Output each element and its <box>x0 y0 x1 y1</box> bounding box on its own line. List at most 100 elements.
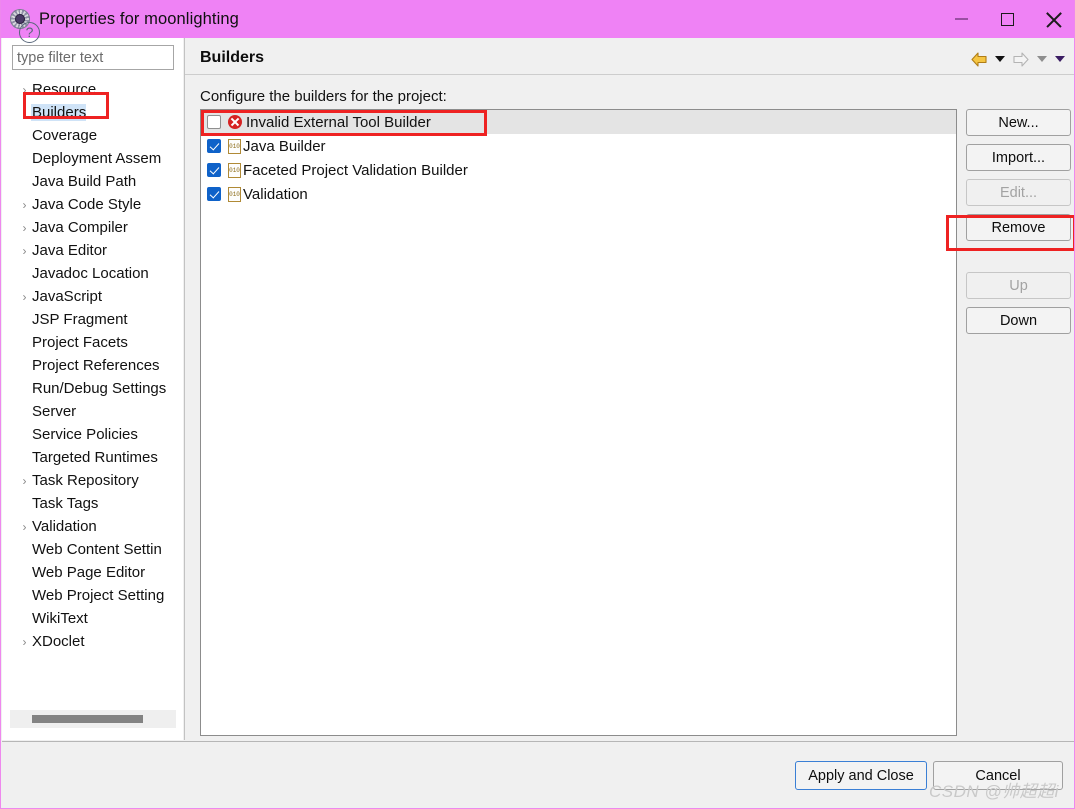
maximize-icon <box>1001 13 1014 26</box>
page-title: Builders <box>200 49 264 67</box>
sidebar-item-label: Builders <box>31 104 86 121</box>
error-icon <box>228 115 242 129</box>
sidebar-item-label: Java Compiler <box>19 219 128 236</box>
builder-file-icon: 010 <box>228 163 241 178</box>
sidebar-item-label: Web Project Setting <box>19 587 164 604</box>
scrollbar-thumb[interactable] <box>32 715 143 723</box>
apply-and-close-button[interactable]: Apply and Close <box>795 761 927 790</box>
sidebar-item-label: Task Tags <box>19 495 98 512</box>
close-button[interactable] <box>1030 0 1075 38</box>
sidebar-item-builders[interactable]: Builders <box>2 101 183 124</box>
expand-chevron-right-icon[interactable]: › <box>20 636 29 648</box>
sidebar-item-javascript[interactable]: ›JavaScript <box>2 285 183 308</box>
sidebar-item-service-policies[interactable]: Service Policies <box>2 423 183 446</box>
sidebar-item-task-repository[interactable]: ›Task Repository <box>2 469 183 492</box>
sidebar-item-label: Targeted Runtimes <box>19 449 158 466</box>
sidebar-item-validation[interactable]: ›Validation <box>2 515 183 538</box>
window-title: Properties for moonlighting <box>39 10 239 29</box>
sidebar-item-label: Java Code Style <box>19 196 141 213</box>
sidebar-item-label: Web Content Settin <box>19 541 162 558</box>
expand-chevron-right-icon[interactable]: › <box>20 475 29 487</box>
sidebar-item-jsp-fragment[interactable]: JSP Fragment <box>2 308 183 331</box>
new-button[interactable]: New... <box>966 109 1071 136</box>
settings-content-pane: Builders Configure the <box>184 38 1075 740</box>
sidebar-item-web-page-editor[interactable]: Web Page Editor <box>2 561 183 584</box>
sidebar-item-label: WikiText <box>19 610 88 627</box>
builders-list[interactable]: Invalid External Tool Builder010Java Bui… <box>200 109 957 736</box>
settings-tree[interactable]: ›ResourceBuildersCoverageDeployment Asse… <box>2 78 183 716</box>
title-bar: Properties for moonlighting <box>1 0 1075 38</box>
expand-chevron-right-icon[interactable]: › <box>20 222 29 234</box>
expand-chevron-right-icon[interactable]: › <box>20 199 29 211</box>
sidebar-item-xdoclet[interactable]: ›XDoclet <box>2 630 183 653</box>
builder-row-java-builder[interactable]: 010Java Builder <box>201 134 956 158</box>
import-button[interactable]: Import... <box>966 144 1071 171</box>
sidebar-item-coverage[interactable]: Coverage <box>2 124 183 147</box>
sidebar-item-label: Javadoc Location <box>19 265 149 282</box>
sidebar-item-label: JSP Fragment <box>19 311 128 328</box>
sidebar-item-label: Deployment Assem <box>19 150 161 167</box>
filter-field-wrapper <box>12 45 174 70</box>
sidebar-item-resource[interactable]: ›Resource <box>2 78 183 101</box>
expand-chevron-right-icon[interactable]: › <box>20 245 29 257</box>
builder-checkbox[interactable] <box>207 115 221 129</box>
builder-name-label: Java Builder <box>243 138 326 155</box>
sidebar-item-label: Project Facets <box>19 334 128 351</box>
watermark: CSDN @帅超超i <box>929 777 1059 802</box>
sidebar-item-task-tags[interactable]: Task Tags <box>2 492 183 515</box>
sidebar-item-java-build-path[interactable]: Java Build Path <box>2 170 183 193</box>
builders-action-buttons: New... Import... Edit... Remove Up Down <box>966 109 1071 342</box>
sidebar-item-label: Java Build Path <box>19 173 136 190</box>
sidebar-item-java-compiler[interactable]: ›Java Compiler <box>2 216 183 239</box>
builder-checkbox[interactable] <box>207 187 221 201</box>
expand-chevron-right-icon[interactable]: › <box>20 84 29 96</box>
builder-checkbox[interactable] <box>207 139 221 153</box>
builder-name-label: Faceted Project Validation Builder <box>243 162 468 179</box>
close-icon <box>1045 11 1062 28</box>
up-button: Up <box>966 272 1071 299</box>
expand-chevron-right-icon[interactable]: › <box>20 291 29 303</box>
sidebar-item-label: Resource <box>19 81 96 98</box>
search-input[interactable] <box>12 45 174 70</box>
sidebar-item-label: JavaScript <box>19 288 102 305</box>
help-icon[interactable]: ? <box>19 22 40 43</box>
sidebar-item-web-content-settin[interactable]: Web Content Settin <box>2 538 183 561</box>
sidebar-item-label: Java Editor <box>19 242 107 259</box>
sidebar-item-label: Project References <box>19 357 160 374</box>
sidebar-item-label: Server <box>19 403 76 420</box>
overflow-menu-chevron-down-icon[interactable] <box>1052 50 1068 68</box>
builder-file-icon: 010 <box>228 139 241 154</box>
settings-sidebar: ›ResourceBuildersCoverageDeployment Asse… <box>2 38 183 740</box>
sidebar-item-web-project-setting[interactable]: Web Project Setting <box>2 584 183 607</box>
builder-row-invalid-external-tool-builder[interactable]: Invalid External Tool Builder <box>201 110 956 134</box>
edit-button: Edit... <box>966 179 1071 206</box>
back-history-chevron-down-icon[interactable] <box>992 50 1008 68</box>
remove-button[interactable]: Remove <box>966 214 1071 241</box>
expand-chevron-right-icon[interactable]: › <box>20 521 29 533</box>
minimize-icon <box>955 18 968 20</box>
builder-file-icon: 010 <box>228 187 241 202</box>
sidebar-item-project-facets[interactable]: Project Facets <box>2 331 183 354</box>
builder-row-validation[interactable]: 010Validation <box>201 182 956 206</box>
sidebar-item-targeted-runtimes[interactable]: Targeted Runtimes <box>2 446 183 469</box>
sidebar-item-javadoc-location[interactable]: Javadoc Location <box>2 262 183 285</box>
back-arrow-icon[interactable] <box>968 50 990 68</box>
builder-checkbox[interactable] <box>207 163 221 177</box>
sidebar-item-java-editor[interactable]: ›Java Editor <box>2 239 183 262</box>
header-divider <box>185 74 1075 75</box>
sidebar-item-java-code-style[interactable]: ›Java Code Style <box>2 193 183 216</box>
sidebar-horizontal-scrollbar[interactable] <box>10 710 176 728</box>
window-controls <box>938 0 1075 38</box>
maximize-button[interactable] <box>984 0 1030 38</box>
properties-dialog: Properties for moonlighting ›ResourceBui… <box>0 0 1075 809</box>
sidebar-item-label: Task Repository <box>19 472 139 489</box>
sidebar-item-run-debug-settings[interactable]: Run/Debug Settings <box>2 377 183 400</box>
down-button[interactable]: Down <box>966 307 1071 334</box>
sidebar-item-wikitext[interactable]: WikiText <box>2 607 183 630</box>
builder-row-faceted-project-validation-builder[interactable]: 010Faceted Project Validation Builder <box>201 158 956 182</box>
minimize-button[interactable] <box>938 0 984 38</box>
page-navigation <box>968 50 1068 68</box>
sidebar-item-server[interactable]: Server <box>2 400 183 423</box>
sidebar-item-deployment-assem[interactable]: Deployment Assem <box>2 147 183 170</box>
sidebar-item-project-references[interactable]: Project References <box>2 354 183 377</box>
